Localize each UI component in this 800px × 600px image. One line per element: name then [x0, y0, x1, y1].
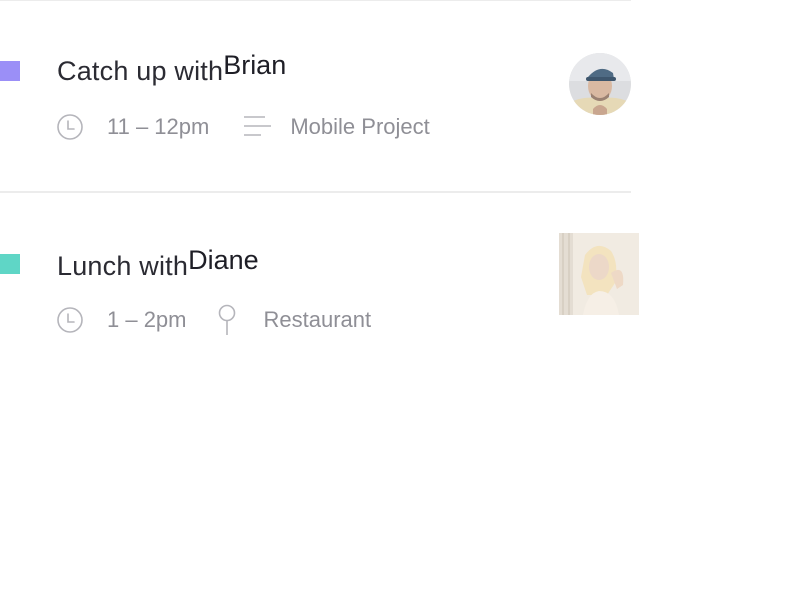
event-item[interactable]: Lunch withDiane 1 – 2pm Restaurant: [0, 192, 800, 342]
event-color-tag: [0, 254, 20, 274]
avatar-photo: [559, 233, 639, 315]
event-title-prefix: Lunch with: [57, 251, 189, 281]
event-person-name: Diane: [188, 245, 259, 275]
event-color-tag: [0, 61, 20, 81]
event-time: 1 – 2pm: [107, 307, 187, 332]
event-location: Mobile Project: [290, 114, 430, 139]
avatar[interactable]: [569, 53, 631, 115]
avatar[interactable]: [559, 233, 639, 315]
clock-icon: [57, 307, 83, 333]
event-time: 11 – 12pm: [107, 114, 210, 139]
event-meta: 11 – 12pm Mobile Project: [57, 111, 430, 143]
agenda-view: Catch up withBrian 11 – 12pm Mobile Proj…: [0, 0, 800, 600]
note-lines-icon: [242, 114, 272, 140]
clock-icon: [57, 114, 83, 140]
event-title: Catch up withBrian: [57, 50, 286, 87]
map-pin-icon: [217, 304, 237, 336]
event-item[interactable]: Catch up withBrian 11 – 12pm Mobile Proj…: [0, 0, 800, 150]
event-title: Lunch withDiane: [57, 245, 259, 282]
event-location: Restaurant: [263, 307, 372, 332]
avatar-photo: [569, 53, 631, 115]
event-person-name: Brian: [223, 50, 287, 80]
event-title-prefix: Catch up with: [57, 56, 224, 86]
event-meta: 1 – 2pm Restaurant: [57, 304, 371, 336]
